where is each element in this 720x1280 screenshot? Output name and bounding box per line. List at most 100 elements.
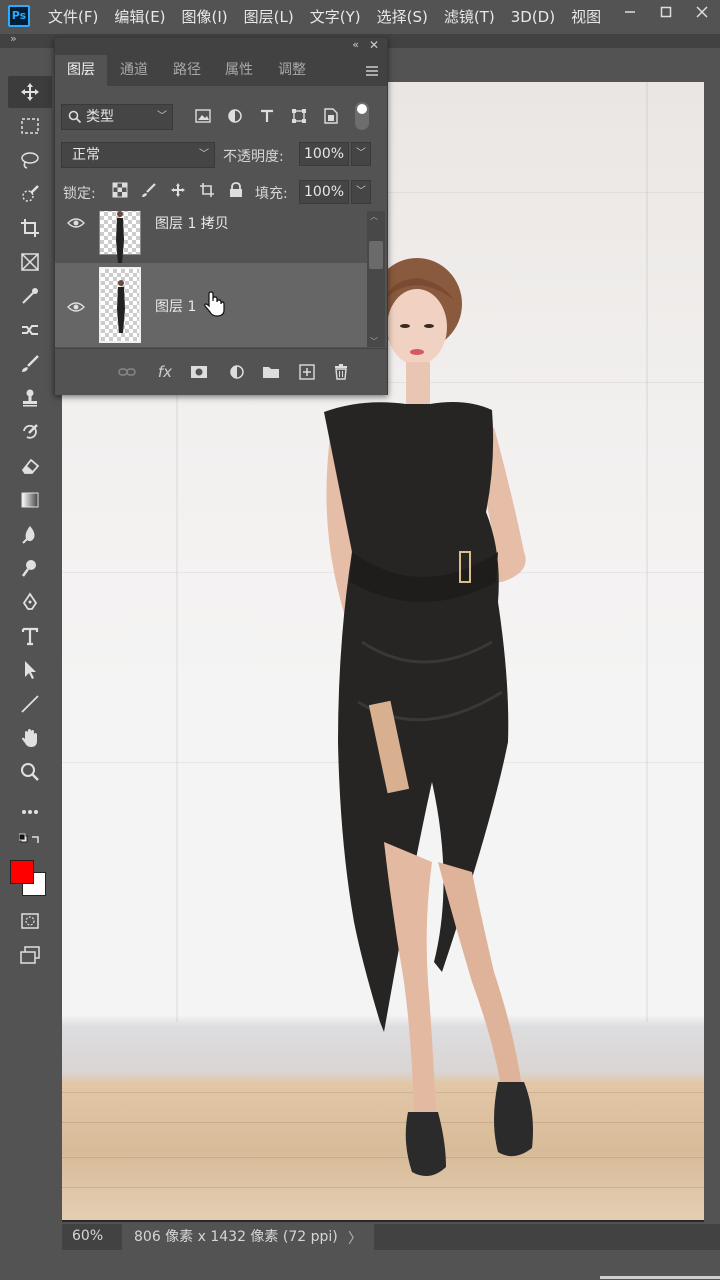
filter-pixel-icon[interactable] <box>191 104 215 128</box>
frame-tool-icon[interactable] <box>8 246 52 278</box>
history-brush-tool-icon[interactable] <box>8 416 52 448</box>
pen-tool-icon[interactable] <box>8 586 52 618</box>
menu-image[interactable]: 图像(I) <box>182 0 236 34</box>
maximize-icon[interactable] <box>648 0 684 24</box>
eye-icon[interactable] <box>67 217 85 229</box>
move-tool-icon[interactable] <box>8 76 52 108</box>
eye-icon[interactable] <box>67 301 85 313</box>
bottom-area <box>0 1250 720 1280</box>
crop-tool-icon[interactable] <box>8 212 52 244</box>
path-select-tool-icon[interactable] <box>8 654 52 686</box>
menu-edit[interactable]: 编辑(E) <box>114 0 173 34</box>
layer-list: 图层 1 拷贝 图层 1 <box>55 211 367 347</box>
lasso-tool-icon[interactable] <box>8 144 52 176</box>
panel-tabs: 图层 通道 路径 属性 调整 <box>55 55 387 86</box>
menu-file[interactable]: 文件(F) <box>48 0 106 34</box>
fill-label: 填充: <box>255 186 288 202</box>
layer-list-scrollbar[interactable]: ︿ ﹀ <box>367 211 385 347</box>
document-size: 806 像素 x 1432 像素 (72 ppi) <box>122 1224 374 1250</box>
expand-panels-icon[interactable]: » <box>10 32 17 45</box>
filter-kind-select[interactable]: 类型 ﹀ <box>61 104 173 130</box>
screen-mode-icon[interactable] <box>8 940 52 970</box>
blend-mode-value: 正常 <box>72 147 100 163</box>
blur-tool-icon[interactable] <box>8 518 52 550</box>
layer-thumbnail <box>99 211 141 264</box>
zoom-tool-icon[interactable] <box>8 756 52 788</box>
minimize-icon[interactable] <box>612 0 648 24</box>
status-menu-arrow[interactable]: 〉 <box>348 1228 362 1248</box>
stamp-tool-icon[interactable] <box>8 382 52 414</box>
tab-channels[interactable]: 通道 <box>107 55 161 86</box>
menu-filter[interactable]: 滤镜(T) <box>444 0 503 34</box>
filter-toggle[interactable] <box>355 102 369 130</box>
line-tool-icon[interactable] <box>8 688 52 720</box>
lock-all-icon[interactable] <box>226 180 246 200</box>
home-indicator <box>600 1276 720 1279</box>
lock-position-icon[interactable] <box>168 180 188 200</box>
quick-mask-icon[interactable] <box>8 906 52 936</box>
chevron-down-icon: ﹀ <box>199 149 209 160</box>
close-panel-icon[interactable]: ✕ <box>369 38 379 52</box>
opacity-input[interactable]: 100% <box>299 142 349 166</box>
delete-layer-trash-icon[interactable] <box>331 363 351 381</box>
close-icon[interactable] <box>684 0 720 24</box>
dodge-tool-icon[interactable] <box>8 552 52 584</box>
hand-tool-icon[interactable] <box>8 722 52 754</box>
lock-artboard-icon[interactable] <box>197 180 217 200</box>
link-layers-icon[interactable] <box>117 363 137 381</box>
type-tool-icon[interactable] <box>8 620 52 652</box>
eyedropper-tool-icon[interactable] <box>8 280 52 312</box>
layer-name[interactable]: 图层 1 拷贝 <box>155 213 229 233</box>
add-mask-icon[interactable] <box>189 363 209 381</box>
layers-panel: « ✕ 图层 通道 路径 属性 调整 类型 ﹀ 正常 ﹀ 不透明度: 100% … <box>54 37 388 395</box>
tab-properties[interactable]: 属性 <box>213 55 265 86</box>
brush-tool-icon[interactable] <box>8 348 52 380</box>
lock-label: 锁定: <box>63 186 96 202</box>
marquee-tool-icon[interactable] <box>8 110 52 142</box>
panel-titlebar: « ✕ <box>55 38 387 55</box>
opacity-label: 不透明度: <box>223 149 284 165</box>
fill-dropdown-icon[interactable]: ﹀ <box>351 180 371 204</box>
menu-layer[interactable]: 图层(L) <box>244 0 302 34</box>
tools-panel <box>8 72 52 982</box>
new-group-folder-icon[interactable] <box>261 363 281 381</box>
filter-shape-icon[interactable] <box>287 104 311 128</box>
layer-thumbnail-figure <box>116 211 124 264</box>
opacity-dropdown-icon[interactable]: ﹀ <box>351 142 371 166</box>
menu-type[interactable]: 文字(Y) <box>310 0 369 34</box>
menu-bar: Ps 文件(F) 编辑(E) 图像(I) 图层(L) 文字(Y) 选择(S) 滤… <box>0 0 720 34</box>
menu-view[interactable]: 视图 <box>571 0 609 34</box>
filter-adjustment-icon[interactable] <box>223 104 247 128</box>
layer-style-fx-icon[interactable]: fx <box>155 363 175 381</box>
gradient-tool-icon[interactable] <box>8 484 52 516</box>
panel-menu-icon[interactable] <box>365 63 379 77</box>
swap-colors-icon[interactable] <box>8 832 52 856</box>
tab-layers[interactable]: 图层 <box>55 55 107 86</box>
menu-3d[interactable]: 3D(D) <box>511 0 563 34</box>
fill-input[interactable]: 100% <box>299 180 349 204</box>
lock-image-icon[interactable] <box>139 180 159 200</box>
filter-smart-object-icon[interactable] <box>319 104 343 128</box>
collapse-panel-icon[interactable]: « <box>352 38 359 51</box>
healing-tool-icon[interactable] <box>8 314 52 346</box>
new-adjustment-layer-icon[interactable] <box>227 363 247 381</box>
new-layer-icon[interactable] <box>297 363 317 381</box>
tab-paths[interactable]: 路径 <box>161 55 213 86</box>
blend-mode-select[interactable]: 正常 ﹀ <box>61 142 215 168</box>
menu-select[interactable]: 选择(S) <box>377 0 436 34</box>
zoom-level[interactable]: 60% <box>72 1228 103 1244</box>
quick-select-tool-icon[interactable] <box>8 178 52 210</box>
hand-cursor-icon <box>204 291 225 317</box>
scroll-down-icon[interactable]: ﹀ <box>370 336 378 347</box>
scroll-up-icon[interactable]: ︿ <box>370 211 378 222</box>
scroll-thumb[interactable] <box>369 241 383 269</box>
lock-transparent-icon[interactable] <box>110 180 130 200</box>
foreground-color-swatch[interactable] <box>10 860 34 884</box>
more-tools-icon[interactable] <box>8 796 52 828</box>
eraser-tool-icon[interactable] <box>8 450 52 482</box>
filter-type-icon[interactable] <box>255 104 279 128</box>
layer-row[interactable]: 图层 1 拷贝 <box>55 211 367 264</box>
tab-adjustments[interactable]: 调整 <box>265 55 319 86</box>
photoshop-logo: Ps <box>8 5 30 27</box>
layer-name[interactable]: 图层 1 <box>155 296 196 316</box>
